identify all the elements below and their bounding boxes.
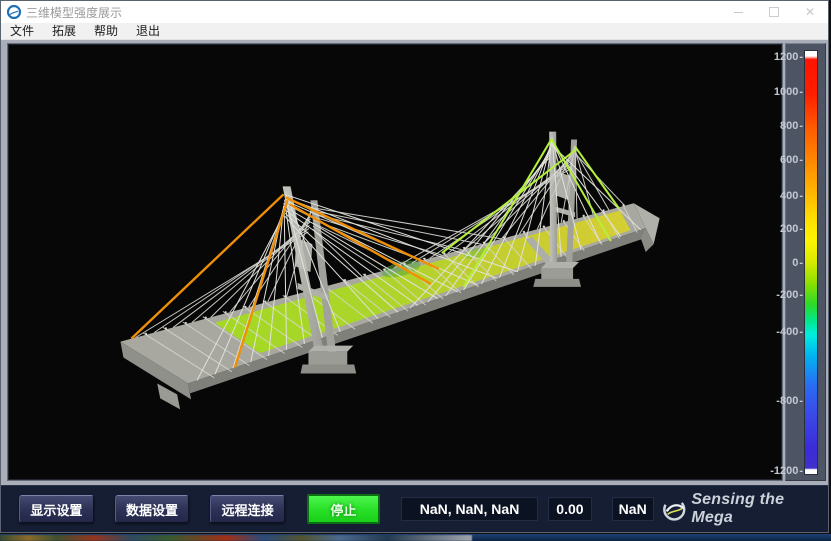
menubar: 文件 拓展 帮助 退出: [1, 23, 828, 40]
maximize-button[interactable]: [756, 1, 792, 23]
colorbar-panel: 120010008006004002000-200-400-800-1200: [785, 43, 826, 481]
taskbar-sliver: [0, 534, 831, 541]
left-pylon-base-pad: [300, 365, 356, 374]
close-button[interactable]: ✕: [792, 1, 828, 23]
menu-extensions[interactable]: 拓展: [43, 23, 85, 39]
menu-file[interactable]: 文件: [1, 23, 43, 39]
colorbar-tick-label: -1200: [770, 465, 803, 477]
display-settings-button[interactable]: 显示设置: [19, 495, 94, 523]
colorbar-tick-label: 1000: [774, 86, 803, 98]
data-settings-button[interactable]: 数据设置: [115, 495, 190, 523]
colorbar-tick-label: 0: [792, 257, 803, 269]
brand-logo-text: Sensing the Mega: [691, 491, 828, 527]
colorbar-tick-label: 400: [780, 190, 803, 202]
colorbar-tick-label: 600: [780, 154, 803, 166]
app-logo-icon: [7, 5, 21, 19]
window-controls: ✕: [720, 1, 828, 23]
window-title: 三维模型强度展示: [26, 4, 122, 21]
maximize-icon: [769, 7, 779, 17]
extra-readout: NaN: [612, 497, 654, 521]
left-pylon-footing-top: [308, 346, 353, 352]
menu-exit[interactable]: 退出: [127, 23, 169, 39]
bridge-3d-model: [8, 44, 782, 480]
brand-logo-icon: [661, 496, 688, 523]
main-area: 1200 1000 800 600 400 200 0 -200 -400 -800 -1200: [1, 40, 828, 486]
taskbar-icons-strip: [0, 535, 472, 541]
minimize-icon: [734, 12, 743, 13]
menu-help[interactable]: 帮助: [85, 23, 127, 39]
colorbar-tick-label: 1200: [774, 51, 803, 63]
titlebar: 三维模型强度展示 ✕: [1, 1, 828, 23]
colorbar-tick-label: 200: [780, 223, 803, 235]
colorbar-tick-label: 800: [780, 120, 803, 132]
colorbar-tick-label: -800: [776, 395, 803, 407]
minimize-button[interactable]: [720, 1, 756, 23]
colorbar-tick-label: -200: [776, 289, 803, 301]
bottom-toolbar: 显示设置 数据设置 远程连接 停止 NaN, NaN, NaN 0.00 NaN…: [1, 485, 828, 532]
remote-connect-button[interactable]: 远程连接: [210, 495, 285, 523]
close-icon: ✕: [805, 6, 815, 18]
colorbar-gradient: [804, 50, 818, 475]
brand-logo: Sensing the Mega: [661, 491, 828, 527]
viewport-3d[interactable]: [7, 43, 783, 481]
value-readout: 0.00: [548, 497, 591, 521]
stop-button[interactable]: 停止: [307, 494, 380, 524]
right-pylon-base-pad: [533, 279, 581, 287]
right-pylon-footing-top: [541, 262, 579, 268]
left-pylon-footing: [308, 352, 347, 367]
coordinates-readout: NaN, NaN, NaN: [401, 497, 539, 521]
app-window: 三维模型强度展示 ✕ 文件 拓展 帮助 退出: [0, 0, 829, 533]
colorbar-tick-label: -400: [776, 326, 803, 338]
